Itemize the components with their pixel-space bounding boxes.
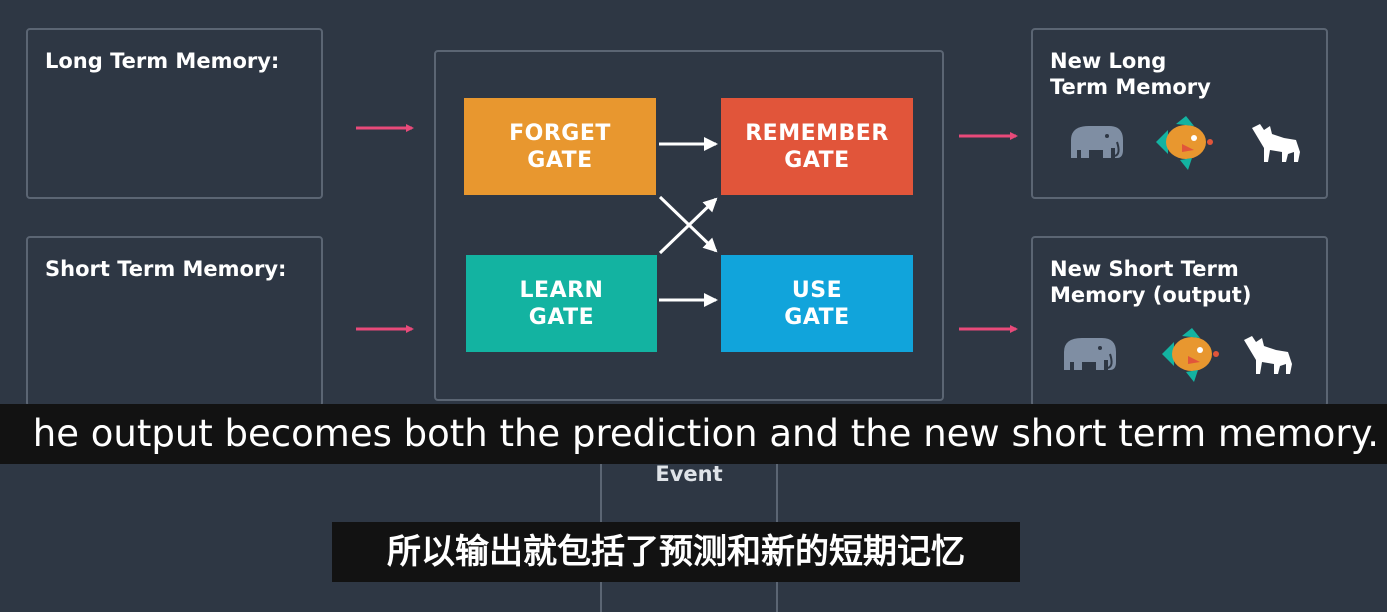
- output-arrows: [959, 132, 1018, 333]
- long-term-output-icons: [1071, 116, 1300, 170]
- elephant-icon: [1064, 338, 1116, 370]
- fish-icon: [1162, 328, 1219, 382]
- gate-arrows: [658, 137, 718, 307]
- input-arrows: [356, 124, 414, 333]
- fish-icon: [1156, 116, 1213, 170]
- chinese-subtitle: 所以输出就包括了预测和新的短期记忆: [332, 522, 1020, 582]
- wolf-icon: [1252, 124, 1300, 162]
- short-term-output-icons: [1064, 328, 1292, 382]
- english-subtitle: he output becomes both the prediction an…: [0, 404, 1387, 464]
- english-subtitle-text: he output becomes both the prediction an…: [32, 412, 1379, 455]
- wolf-icon: [1244, 336, 1292, 374]
- diagram-arrows: [356, 124, 1018, 418]
- elephant-icon: [1071, 126, 1123, 158]
